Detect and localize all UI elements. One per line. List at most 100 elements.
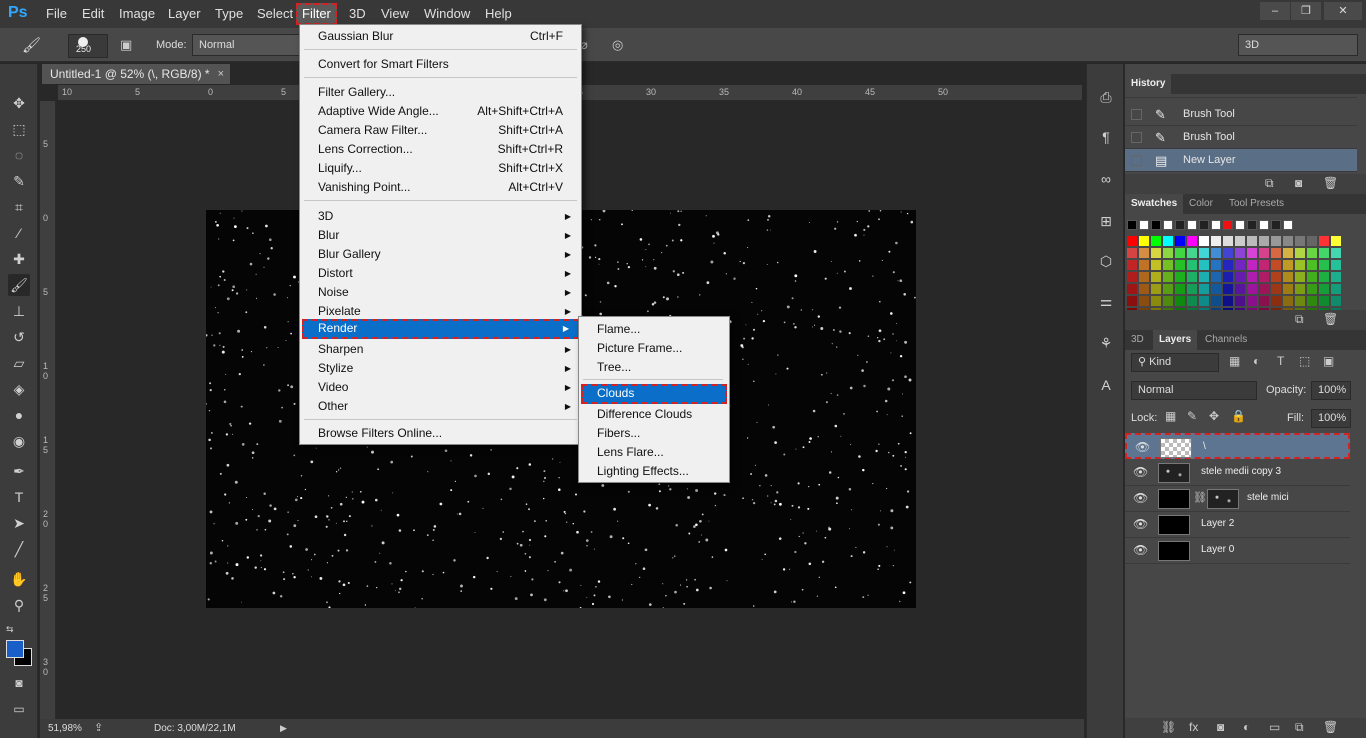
menu-item-picture-frame[interactable]: Picture Frame... bbox=[581, 339, 727, 358]
color-swatch[interactable] bbox=[1283, 260, 1293, 270]
color-swatch[interactable] bbox=[1211, 284, 1221, 294]
color-swatch[interactable] bbox=[1199, 272, 1209, 282]
color-swatch[interactable] bbox=[1139, 272, 1149, 282]
color-swatch[interactable] bbox=[1283, 220, 1293, 230]
color-swatch[interactable] bbox=[1319, 236, 1329, 246]
clone-stamp-icon[interactable]: ⊥ bbox=[8, 300, 30, 322]
color-swatch[interactable] bbox=[1175, 284, 1185, 294]
pixel-filter-icon[interactable]: ▦ bbox=[1229, 354, 1240, 368]
color-swatch[interactable] bbox=[1151, 260, 1161, 270]
color-swatch[interactable] bbox=[1259, 260, 1269, 270]
adjustments-panel-icon[interactable]: ⚌ bbox=[1095, 290, 1117, 312]
color-swatch[interactable] bbox=[1307, 284, 1317, 294]
lock-position-icon[interactable]: ✥ bbox=[1209, 409, 1219, 423]
marquee-tool-icon[interactable]: ⬚ bbox=[8, 118, 30, 140]
shape-filter-icon[interactable]: ⬚ bbox=[1299, 354, 1310, 368]
color-swatch[interactable] bbox=[1295, 284, 1305, 294]
color-swatch[interactable] bbox=[1187, 220, 1197, 230]
tab-layers[interactable]: Layers bbox=[1153, 330, 1198, 350]
color-swatch[interactable] bbox=[1307, 272, 1317, 282]
history-checkbox[interactable] bbox=[1131, 109, 1142, 120]
blend-mode-select[interactable]: Normal bbox=[1131, 381, 1257, 400]
color-swatch[interactable] bbox=[1247, 272, 1257, 282]
color-swatch[interactable] bbox=[1127, 272, 1137, 282]
menu-item-sharpen[interactable]: Sharpen ▶ bbox=[302, 340, 579, 359]
color-swatch[interactable] bbox=[1139, 236, 1149, 246]
pressure-size-icon[interactable]: ◎ bbox=[612, 37, 623, 53]
color-swatch[interactable] bbox=[1331, 260, 1341, 270]
menu-type[interactable]: Type bbox=[215, 6, 243, 21]
color-swatch[interactable] bbox=[1163, 236, 1173, 246]
color-swatch[interactable] bbox=[1199, 296, 1209, 306]
color-swatch[interactable] bbox=[1139, 284, 1149, 294]
color-swatch[interactable] bbox=[1259, 220, 1269, 230]
color-swatch[interactable] bbox=[1247, 248, 1257, 258]
color-swatch[interactable] bbox=[1295, 236, 1305, 246]
brush-tool-icon[interactable]: 🖌 bbox=[8, 274, 30, 296]
line-tool-icon[interactable]: ╱ bbox=[8, 538, 30, 560]
color-swatch[interactable] bbox=[1139, 248, 1149, 258]
color-swatch[interactable] bbox=[1283, 236, 1293, 246]
tab-color[interactable]: Color bbox=[1183, 194, 1219, 214]
color-swatch[interactable] bbox=[1307, 236, 1317, 246]
delete-icon[interactable]: 🗑 bbox=[1323, 176, 1338, 190]
visibility-eye-icon[interactable]: 👁 bbox=[1133, 465, 1148, 479]
color-swatch[interactable] bbox=[1223, 220, 1233, 230]
color-swatch[interactable] bbox=[1187, 236, 1197, 246]
color-swatch[interactable] bbox=[1211, 220, 1221, 230]
menu-item-tree[interactable]: Tree... bbox=[581, 358, 727, 377]
color-swatch[interactable] bbox=[1223, 272, 1233, 282]
color-swatch[interactable] bbox=[1127, 260, 1137, 270]
history-row[interactable]: ✎ Brush Tool bbox=[1125, 126, 1357, 149]
color-swatch[interactable] bbox=[1187, 272, 1197, 282]
color-swatch[interactable] bbox=[1211, 248, 1221, 258]
color-swatch[interactable] bbox=[1163, 296, 1173, 306]
fill-input[interactable]: 100% bbox=[1311, 409, 1351, 428]
color-swatch[interactable] bbox=[1175, 248, 1185, 258]
color-swatch[interactable] bbox=[1199, 220, 1209, 230]
color-swatch[interactable] bbox=[1271, 248, 1281, 258]
mode-select[interactable]: Normal bbox=[192, 34, 302, 56]
foreground-color-swatch[interactable] bbox=[6, 640, 24, 658]
swap-colors-icon[interactable]: ⇆ bbox=[6, 624, 14, 635]
color-swatch[interactable] bbox=[1271, 220, 1281, 230]
color-swatch[interactable] bbox=[1163, 284, 1173, 294]
zoom-tool-icon[interactable]: ⚲ bbox=[8, 594, 30, 616]
move-tool-icon[interactable]: ✥ bbox=[8, 92, 30, 114]
color-swatch[interactable] bbox=[1307, 248, 1317, 258]
menu-item-lens-flare[interactable]: Lens Flare... bbox=[581, 443, 727, 462]
color-swatch[interactable] bbox=[1187, 284, 1197, 294]
restore-button[interactable]: ❐ bbox=[1291, 2, 1321, 20]
layer-kind-filter[interactable]: ⚲ Kind bbox=[1131, 353, 1219, 372]
workspace-select[interactable]: 3D bbox=[1238, 34, 1358, 56]
color-swatch[interactable] bbox=[1307, 260, 1317, 270]
color-swatch[interactable] bbox=[1235, 272, 1245, 282]
color-swatch[interactable] bbox=[1175, 260, 1185, 270]
menu-item-other[interactable]: Other ▶ bbox=[302, 397, 579, 416]
menu-item-gaussian-blur[interactable]: Gaussian Blur Ctrl+F bbox=[302, 27, 579, 46]
color-swatch[interactable] bbox=[1307, 296, 1317, 306]
document-tab[interactable]: Untitled-1 @ 52% (\, RGB/8) * × bbox=[42, 64, 230, 84]
color-swatch[interactable] bbox=[1295, 296, 1305, 306]
creative-cloud-icon[interactable]: ∞ bbox=[1095, 168, 1117, 190]
lock-all-icon[interactable]: 🔒 bbox=[1231, 409, 1246, 423]
menu-item-flame[interactable]: Flame... bbox=[581, 320, 727, 339]
color-swatch[interactable] bbox=[1127, 284, 1137, 294]
color-swatch[interactable] bbox=[1235, 296, 1245, 306]
brush-presets-icon[interactable]: ⚘ bbox=[1095, 332, 1117, 354]
type-tool-icon[interactable]: T bbox=[8, 486, 30, 508]
menu-help[interactable]: Help bbox=[485, 6, 512, 21]
status-menu-arrow-icon[interactable]: ▶ bbox=[280, 719, 287, 738]
color-swatch[interactable] bbox=[1139, 220, 1149, 230]
menu-item-lighting-effects[interactable]: Lighting Effects... bbox=[581, 462, 727, 481]
color-swatch[interactable] bbox=[1223, 284, 1233, 294]
color-swatch[interactable] bbox=[1211, 236, 1221, 246]
color-swatch[interactable] bbox=[1223, 296, 1233, 306]
tab-swatches[interactable]: Swatches bbox=[1125, 194, 1184, 214]
adjustment-layer-icon[interactable]: ◐ bbox=[1243, 720, 1250, 734]
color-swatch[interactable] bbox=[1319, 248, 1329, 258]
color-swatch[interactable] bbox=[1295, 260, 1305, 270]
menu-item-liquify[interactable]: Liquify... Shift+Ctrl+X bbox=[302, 159, 579, 178]
color-swatch[interactable] bbox=[1259, 284, 1269, 294]
menu-item-video[interactable]: Video ▶ bbox=[302, 378, 579, 397]
